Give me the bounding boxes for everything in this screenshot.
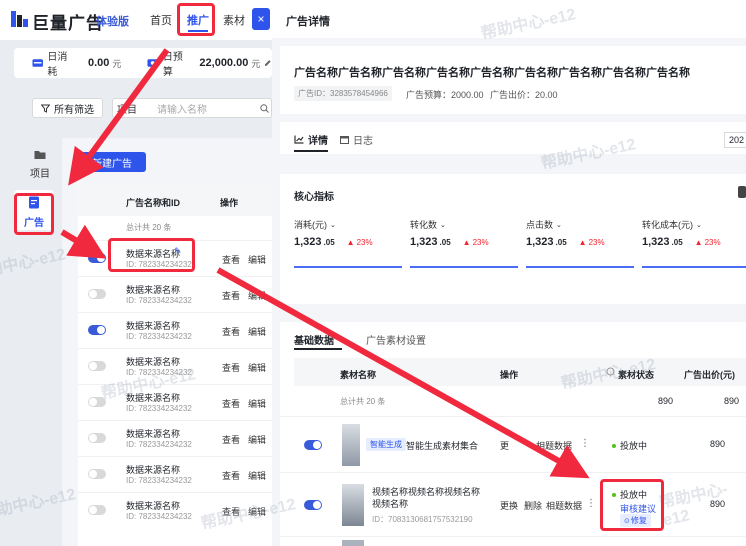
- arrow-row-to-review: [216, 267, 590, 479]
- arrow-promote-to-sidebar: [68, 48, 170, 186]
- annotation-arrows: [60, 48, 590, 479]
- arrow-sidebar-to-row: [60, 224, 107, 259]
